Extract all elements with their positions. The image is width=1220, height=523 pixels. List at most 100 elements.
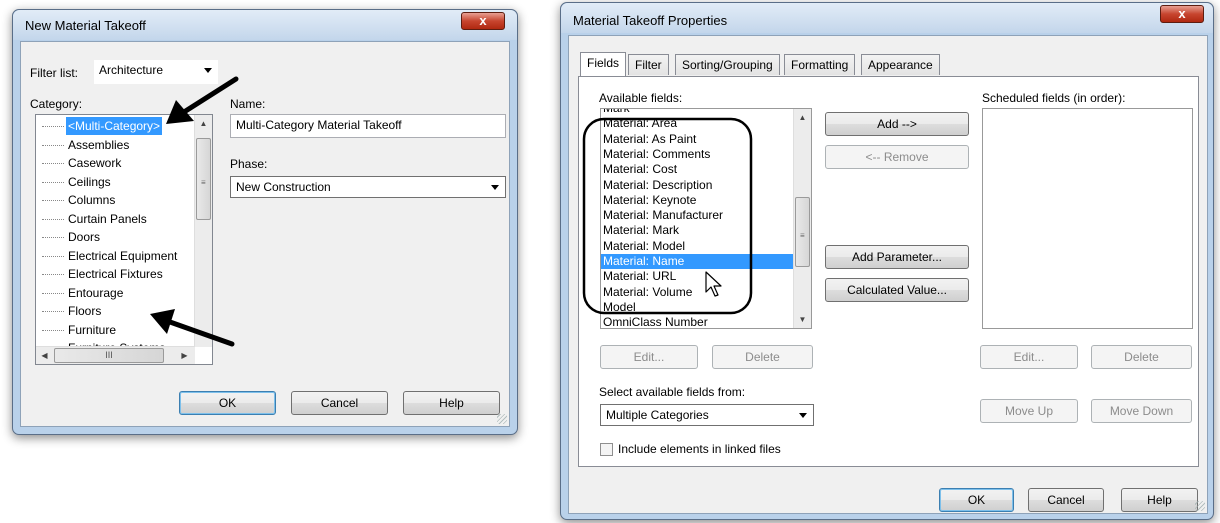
available-field-item[interactable]: Material: Area	[601, 116, 794, 131]
tab-sorting-grouping[interactable]: Sorting/Grouping	[675, 54, 780, 75]
dropdown-arrow-icon	[491, 185, 499, 190]
available-field-item[interactable]: Material: Name	[601, 254, 794, 269]
phase-value: New Construction	[236, 180, 331, 194]
name-label: Name:	[230, 97, 266, 111]
delete-available-button[interactable]: Delete	[712, 345, 813, 369]
available-field-item[interactable]: Material: Keynote	[601, 193, 794, 208]
resize-grip-icon[interactable]	[497, 414, 507, 424]
help-button[interactable]: Help	[1121, 488, 1198, 512]
select-available-from-label: Select available fields from:	[599, 385, 746, 399]
category-horizontal-scrollbar[interactable]: ◀ III ▶	[36, 346, 195, 364]
filter-list-label: Filter list:	[30, 66, 78, 80]
category-item[interactable]: Columns	[36, 191, 198, 209]
add-parameter-button[interactable]: Add Parameter...	[825, 245, 969, 269]
dialog-body: Fields Filter Sorting/Grouping Formatting Ap…	[568, 35, 1208, 514]
category-item-label: <Multi-Category>	[66, 117, 163, 135]
phase-label: Phase:	[230, 157, 268, 171]
category-item[interactable]: Furniture	[36, 321, 198, 339]
category-item-label: Columns	[68, 193, 116, 207]
material-takeoff-properties-dialog: Material Takeoff Properties x Fields Filt…	[560, 2, 1214, 520]
hscroll-thumb[interactable]: III	[54, 348, 164, 363]
help-button[interactable]: Help	[403, 391, 500, 415]
edit-available-button[interactable]: Edit...	[600, 345, 698, 369]
available-field-item[interactable]: Model	[601, 300, 794, 315]
category-item[interactable]: Floors	[36, 302, 198, 320]
scheduled-fields-label: Scheduled fields (in order):	[982, 91, 1126, 105]
available-fields-label: Available fields:	[599, 91, 683, 105]
ok-button[interactable]: OK	[179, 391, 276, 415]
scroll-thumb[interactable]: ≡	[795, 197, 810, 267]
available-fields-scrollbar[interactable]: ▲ ≡ ▼	[793, 109, 811, 328]
available-field-item[interactable]: Material: As Paint	[601, 132, 794, 147]
scroll-up-icon[interactable]: ▲	[794, 109, 811, 126]
category-vertical-scrollbar[interactable]: ▲ ≡	[194, 115, 212, 347]
dialog-title: New Material Takeoff	[25, 18, 146, 33]
scroll-thumb[interactable]: ≡	[196, 138, 211, 220]
filter-list-select[interactable]: Architecture	[94, 60, 218, 84]
scroll-down-icon[interactable]: ▼	[794, 311, 811, 328]
available-field-item[interactable]: Material: Model	[601, 239, 794, 254]
available-field-item[interactable]: Material: URL	[601, 269, 794, 284]
category-item-label: Furniture	[68, 322, 117, 337]
category-item[interactable]: Electrical Equipment	[36, 247, 198, 265]
category-item[interactable]: Electrical Fixtures	[36, 265, 198, 283]
category-label: Category:	[30, 97, 83, 111]
add-field-button[interactable]: Add -->	[825, 112, 969, 136]
close-button[interactable]: x	[461, 12, 505, 30]
scroll-up-icon[interactable]: ▲	[195, 115, 212, 132]
category-item[interactable]: Doors	[36, 228, 198, 246]
tab-filter[interactable]: Filter	[628, 54, 669, 75]
category-item[interactable]: Casework	[36, 154, 198, 172]
category-tree[interactable]: <Multi-Category> Assemblies Casework Ceilin…	[35, 114, 213, 365]
close-button[interactable]: x	[1160, 5, 1204, 23]
title-bar[interactable]: New Material Takeoff x	[13, 10, 517, 40]
new-material-takeoff-dialog: New Material Takeoff x Filter list: Arch…	[12, 9, 518, 435]
available-field-item[interactable]: Material: Comments	[601, 147, 794, 162]
category-item-label: Ceilings	[68, 174, 111, 189]
category-item-label: Floors	[68, 304, 102, 318]
select-available-from-value: Multiple Categories	[606, 408, 709, 422]
available-field-item[interactable]: Material: Volume	[601, 285, 794, 300]
category-item-label: Assemblies	[68, 137, 130, 152]
title-bar[interactable]: Material Takeoff Properties x	[561, 3, 1213, 33]
scheduled-fields-list[interactable]	[982, 108, 1193, 329]
cancel-button[interactable]: Cancel	[291, 391, 388, 415]
remove-field-button[interactable]: <-- Remove	[825, 145, 969, 169]
tab-appearance[interactable]: Appearance	[861, 54, 940, 75]
dropdown-arrow-icon	[799, 413, 807, 418]
dialog-title: Material Takeoff Properties	[573, 13, 728, 28]
available-field-item[interactable]: Material: Cost	[601, 162, 794, 177]
name-input[interactable]: Multi-Category Material Takeoff	[230, 114, 506, 138]
select-available-from-select[interactable]: Multiple Categories	[600, 404, 814, 426]
phase-select[interactable]: New Construction	[230, 176, 506, 198]
move-up-button[interactable]: Move Up	[980, 399, 1078, 423]
calculated-value-button[interactable]: Calculated Value...	[825, 278, 969, 302]
category-item[interactable]: <Multi-Category>	[36, 117, 198, 135]
cancel-button[interactable]: Cancel	[1028, 488, 1104, 512]
tab-formatting[interactable]: Formatting	[784, 54, 856, 75]
dropdown-arrow-icon	[204, 68, 212, 73]
ok-button[interactable]: OK	[939, 488, 1014, 512]
delete-scheduled-button[interactable]: Delete	[1091, 345, 1192, 369]
available-fields-list[interactable]: Mark Material: Area Material: As Paint Mate…	[600, 108, 812, 329]
tab-bar: Fields Filter Sorting/Grouping Formatting Ap…	[578, 52, 1198, 76]
move-down-button[interactable]: Move Down	[1091, 399, 1192, 423]
scroll-right-icon[interactable]: ▶	[176, 347, 193, 364]
available-field-item[interactable]: OmniClass Number	[601, 315, 794, 328]
available-field-item[interactable]: Material: Description	[601, 178, 794, 193]
available-field-item[interactable]: Material: Manufacturer	[601, 208, 794, 223]
include-linked-checkbox[interactable]	[600, 443, 613, 456]
edit-scheduled-button[interactable]: Edit...	[980, 345, 1078, 369]
available-field-item[interactable]: Mark	[601, 109, 794, 116]
scroll-left-icon[interactable]: ◀	[36, 347, 53, 364]
category-item[interactable]: Assemblies	[36, 136, 198, 154]
category-item[interactable]: Ceilings	[36, 173, 198, 191]
resize-grip-icon[interactable]	[1195, 501, 1205, 511]
category-item-label: Doors	[68, 230, 101, 244]
tab-fields[interactable]: Fields	[580, 52, 627, 76]
available-field-item[interactable]: Material: Mark	[601, 223, 794, 238]
include-linked-label: Include elements in linked files	[618, 442, 781, 456]
category-item-label: Entourage	[68, 285, 124, 300]
category-item[interactable]: Entourage	[36, 284, 198, 302]
category-item[interactable]: Curtain Panels	[36, 210, 198, 228]
